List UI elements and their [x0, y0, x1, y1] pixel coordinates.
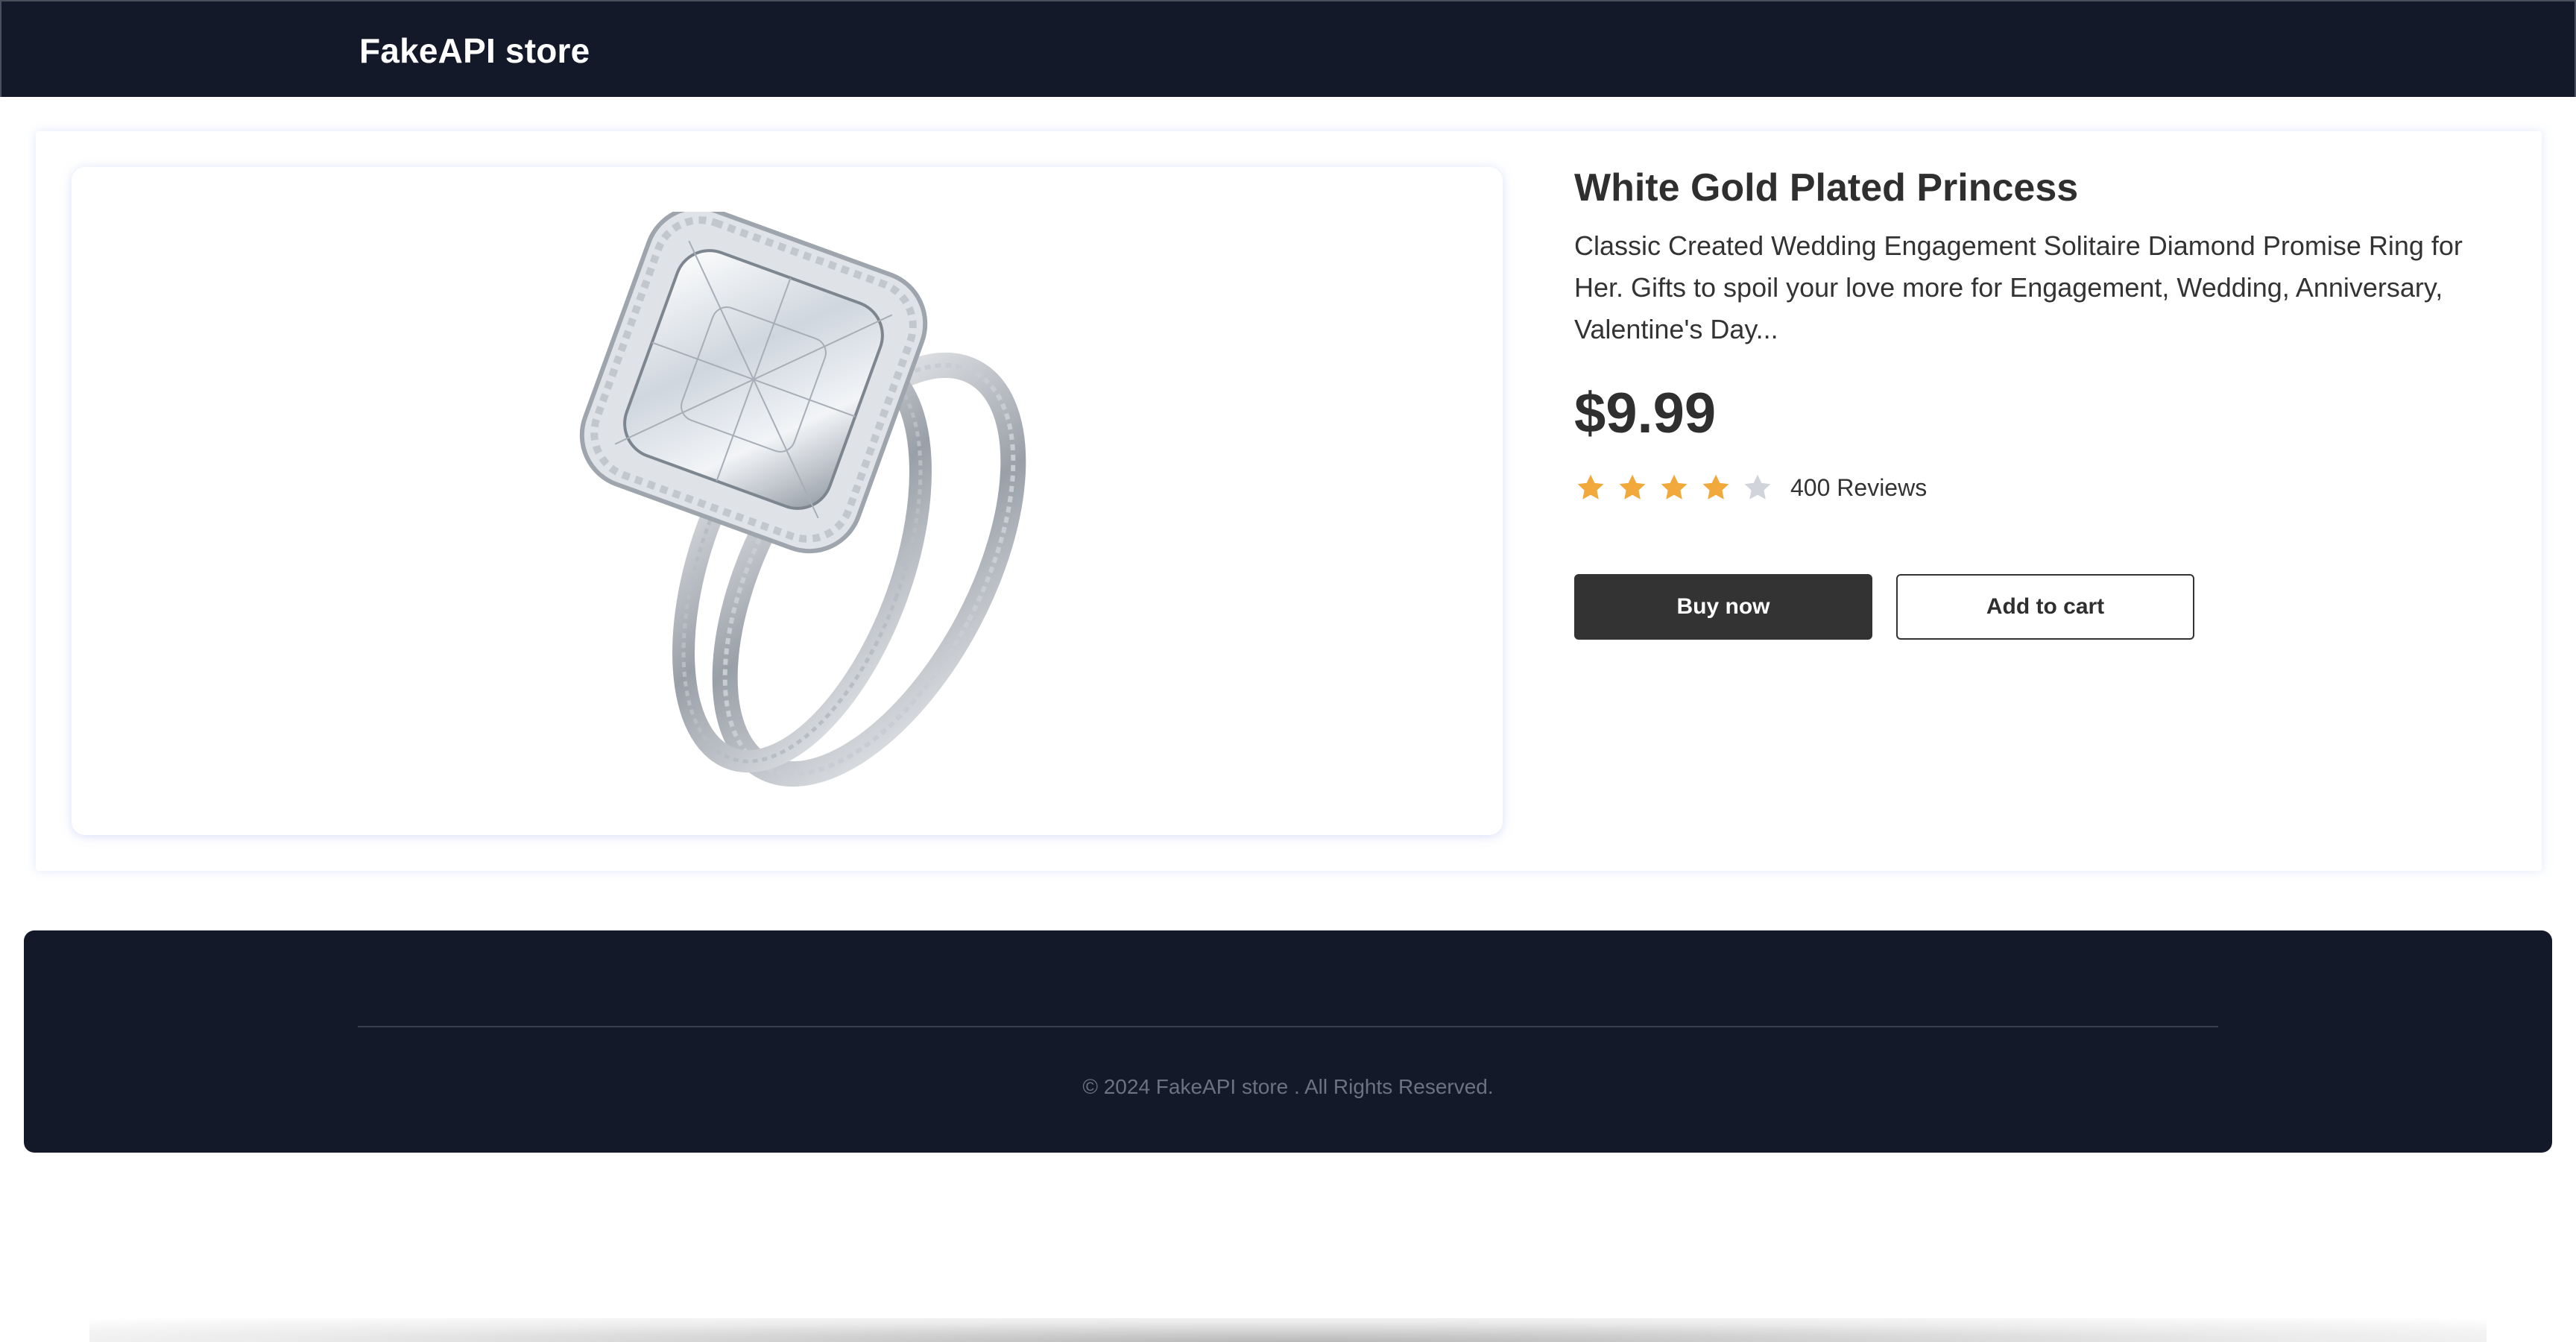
top-navbar: FakeAPI store: [0, 0, 2576, 97]
window-shadow: [89, 1318, 2487, 1342]
product-details: White Gold Plated Princess Classic Creat…: [1574, 158, 2513, 640]
product-image: [579, 212, 1026, 787]
star-icon: [1619, 474, 1646, 500]
product-description: Classic Created Wedding Engagement Solit…: [1574, 230, 2463, 344]
reviews-count[interactable]: 400 Reviews: [1790, 474, 1927, 502]
copyright-text: © 2024 FakeAPI store . All Rights Reserv…: [1082, 1075, 1494, 1098]
product-image-panel: [72, 167, 1503, 835]
product-actions: Buy now Add to cart: [1574, 574, 2513, 640]
star-icon: [1702, 474, 1729, 500]
star-icon: [1744, 474, 1771, 500]
footer-divider: [358, 1026, 2218, 1027]
product-price: $9.99: [1574, 382, 1717, 445]
product-title: White Gold Plated Princess: [1574, 166, 2079, 210]
site-footer: © 2024 FakeAPI store . All Rights Reserv…: [24, 930, 2552, 1153]
brand-logo-text[interactable]: FakeAPI store: [359, 28, 590, 73]
buy-now-button[interactable]: Buy now: [1574, 574, 1872, 640]
star-icon: [1661, 474, 1688, 500]
star-icon: [1577, 474, 1604, 500]
product-rating: 400 Reviews: [1574, 470, 2513, 505]
star-rating: [1574, 471, 1783, 504]
add-to-cart-button[interactable]: Add to cart: [1896, 574, 2194, 640]
product-card: White Gold Plated Princess Classic Creat…: [36, 131, 2542, 871]
